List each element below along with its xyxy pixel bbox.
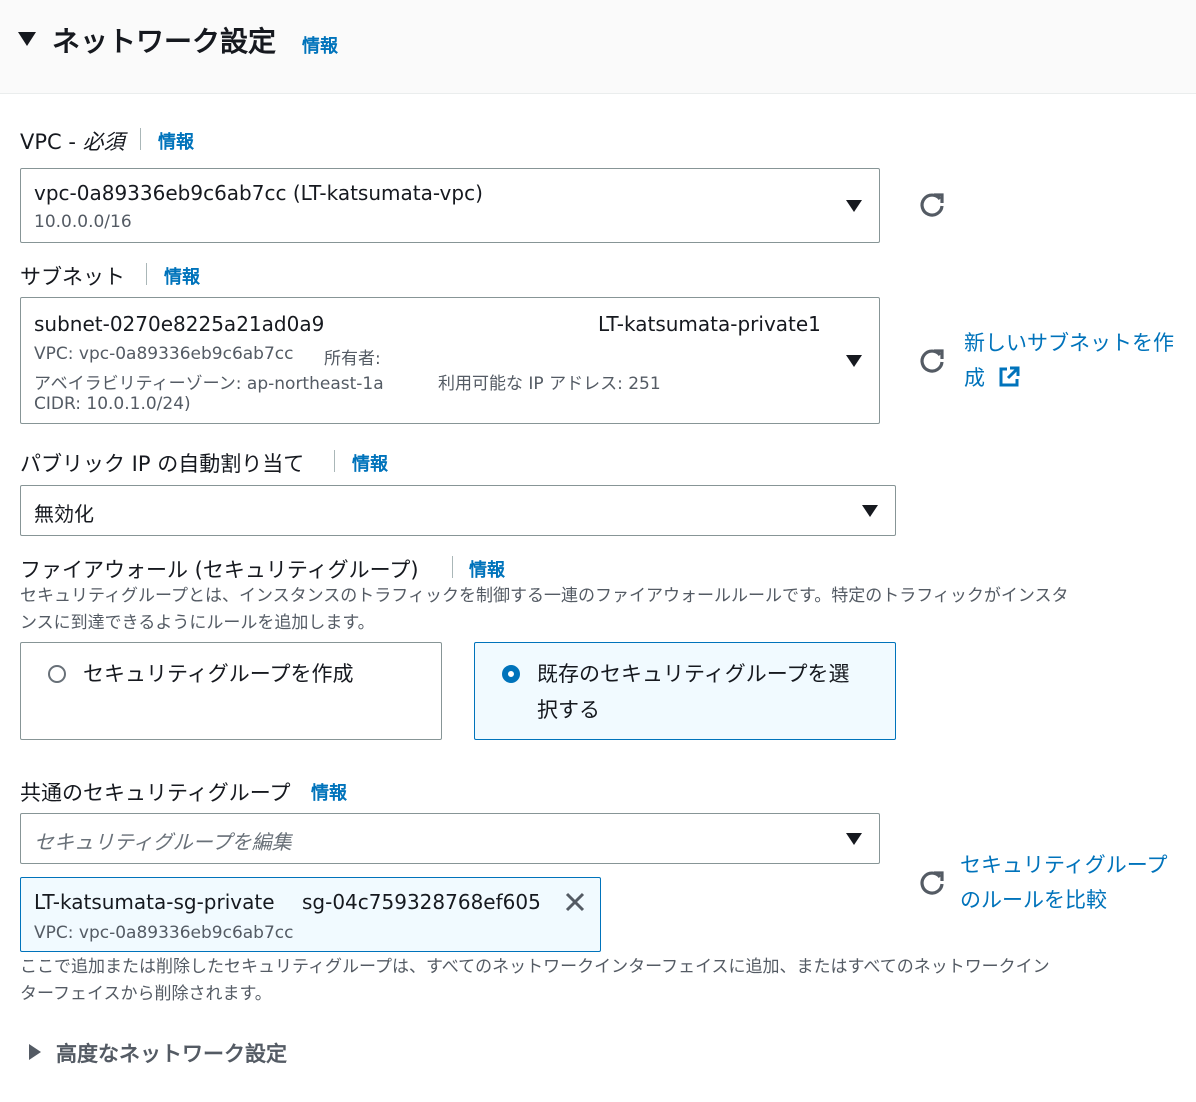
divider — [452, 556, 453, 578]
divider — [334, 450, 335, 472]
create-subnet-link-line2: 成 — [964, 361, 1192, 396]
subnet-owner: 所有者: — [324, 349, 381, 369]
external-link-icon — [999, 366, 1020, 387]
subnet-select[interactable]: subnet-0270e8225a21ad0a9 LT-katsumata-pr… — [20, 297, 880, 424]
vpc-value: vpc-0a89336eb9c6ab7cc (LT-katsumata-vpc) — [34, 181, 483, 205]
compare-sg-rules-link-line1: セキュリティグループ — [960, 853, 1168, 877]
chevron-down-icon — [846, 200, 862, 212]
subnet-value: subnet-0270e8225a21ad0a9 — [34, 312, 325, 336]
section-title[interactable]: ネットワーク設定 — [52, 20, 276, 60]
create-sg-label: セキュリティグループを作成 — [83, 662, 354, 686]
caret-right-icon[interactable] — [29, 1044, 41, 1060]
firewall-description: セキュリティグループとは、インスタンスのトラフィックを制御する一連のファイアウォ… — [20, 583, 1196, 637]
refresh-icon[interactable] — [917, 190, 947, 220]
vpc-label: VPC - 必須 — [20, 130, 125, 154]
firewall-description-line1: セキュリティグループとは、インスタンスのトラフィックを制御する一連のファイアウォ… — [20, 586, 1069, 606]
subnet-vpc: VPC: vpc-0a89336eb9c6ab7cc — [34, 344, 294, 364]
refresh-icon[interactable] — [917, 346, 947, 376]
sg-multiselect[interactable]: セキュリティグループを編集 — [20, 813, 880, 864]
firewall-info-link[interactable]: 情報 — [469, 556, 505, 582]
public-ip-label: パブリック IP の自動割り当て — [20, 452, 305, 476]
vpc-info-link[interactable]: 情報 — [158, 128, 194, 154]
public-ip-select[interactable]: 無効化 — [20, 485, 896, 536]
advanced-network-settings-toggle[interactable]: 高度なネットワーク設定 — [56, 1038, 287, 1068]
chevron-down-icon — [846, 355, 862, 367]
radio-existing-sg[interactable] — [502, 665, 520, 683]
public-ip-info-link[interactable]: 情報 — [352, 450, 388, 476]
radio-create-sg[interactable] — [48, 665, 66, 683]
sg-multiselect-placeholder: セキュリティグループを編集 — [34, 830, 292, 854]
chevron-down-icon — [862, 505, 878, 517]
divider — [146, 263, 147, 285]
sg-token-id: sg-04c759328768ef605 — [302, 890, 541, 914]
sg-token: LT-katsumata-sg-private sg-04c759328768e… — [20, 877, 601, 952]
common-sg-note-line1: ここで追加または削除したセキュリティグループは、すべてのネットワークインターフェ… — [20, 957, 1050, 977]
common-sg-note: ここで追加または削除したセキュリティグループは、すべてのネットワークインターフェ… — [20, 954, 1196, 1008]
vpc-cidr: 10.0.0.0/16 — [34, 212, 132, 232]
create-subnet-link-line1: 新しいサブネットを作 — [964, 331, 1174, 355]
subnet-info-link[interactable]: 情報 — [164, 263, 200, 289]
subnet-az: アベイラビリティーゾーン: ap-northeast-1a — [34, 374, 384, 394]
common-sg-label: 共通のセキュリティグループ — [20, 781, 291, 805]
subnet-available-ips: 利用可能な IP アドレス: 251 — [438, 374, 661, 394]
create-subnet-link[interactable]: 新しいサブネットを作 成 — [964, 326, 1192, 396]
firewall-description-line2: ンスに到達できるようにルールを追加します。 — [20, 613, 375, 633]
close-icon[interactable] — [564, 891, 586, 913]
existing-sg-option[interactable]: 既存のセキュリティグループを選 択する — [474, 642, 896, 740]
compare-sg-rules-link[interactable]: セキュリティグループ のルールを比較 — [960, 848, 1196, 918]
subnet-cidr: CIDR: 10.0.1.0/24) — [34, 394, 191, 414]
vpc-select[interactable]: vpc-0a89336eb9c6ab7cc (LT-katsumata-vpc)… — [20, 168, 880, 243]
section-info-link[interactable]: 情報 — [302, 32, 338, 58]
common-sg-note-line2: ターフェイスから削除されます。 — [20, 984, 272, 1004]
refresh-icon[interactable] — [917, 868, 947, 898]
public-ip-value: 無効化 — [34, 502, 94, 526]
existing-sg-label-line2: 択する — [537, 698, 600, 722]
subnet-label: サブネット — [20, 265, 125, 289]
sg-token-name: LT-katsumata-sg-private — [34, 890, 275, 914]
common-sg-info-link[interactable]: 情報 — [311, 779, 347, 805]
existing-sg-label-line1: 既存のセキュリティグループを選 — [537, 662, 850, 686]
create-sg-option[interactable]: セキュリティグループを作成 — [20, 642, 442, 740]
existing-sg-label: 既存のセキュリティグループを選 択する — [537, 656, 849, 728]
chevron-down-icon — [846, 833, 862, 845]
compare-sg-rules-link-line2: のルールを比較 — [960, 888, 1107, 912]
divider — [140, 128, 141, 150]
firewall-label: ファイアウォール (セキュリティグループ) — [20, 558, 419, 582]
subnet-name: LT-katsumata-private1 — [598, 312, 821, 336]
caret-down-icon[interactable] — [18, 32, 36, 46]
sg-token-vpc: VPC: vpc-0a89336eb9c6ab7cc — [34, 923, 294, 943]
